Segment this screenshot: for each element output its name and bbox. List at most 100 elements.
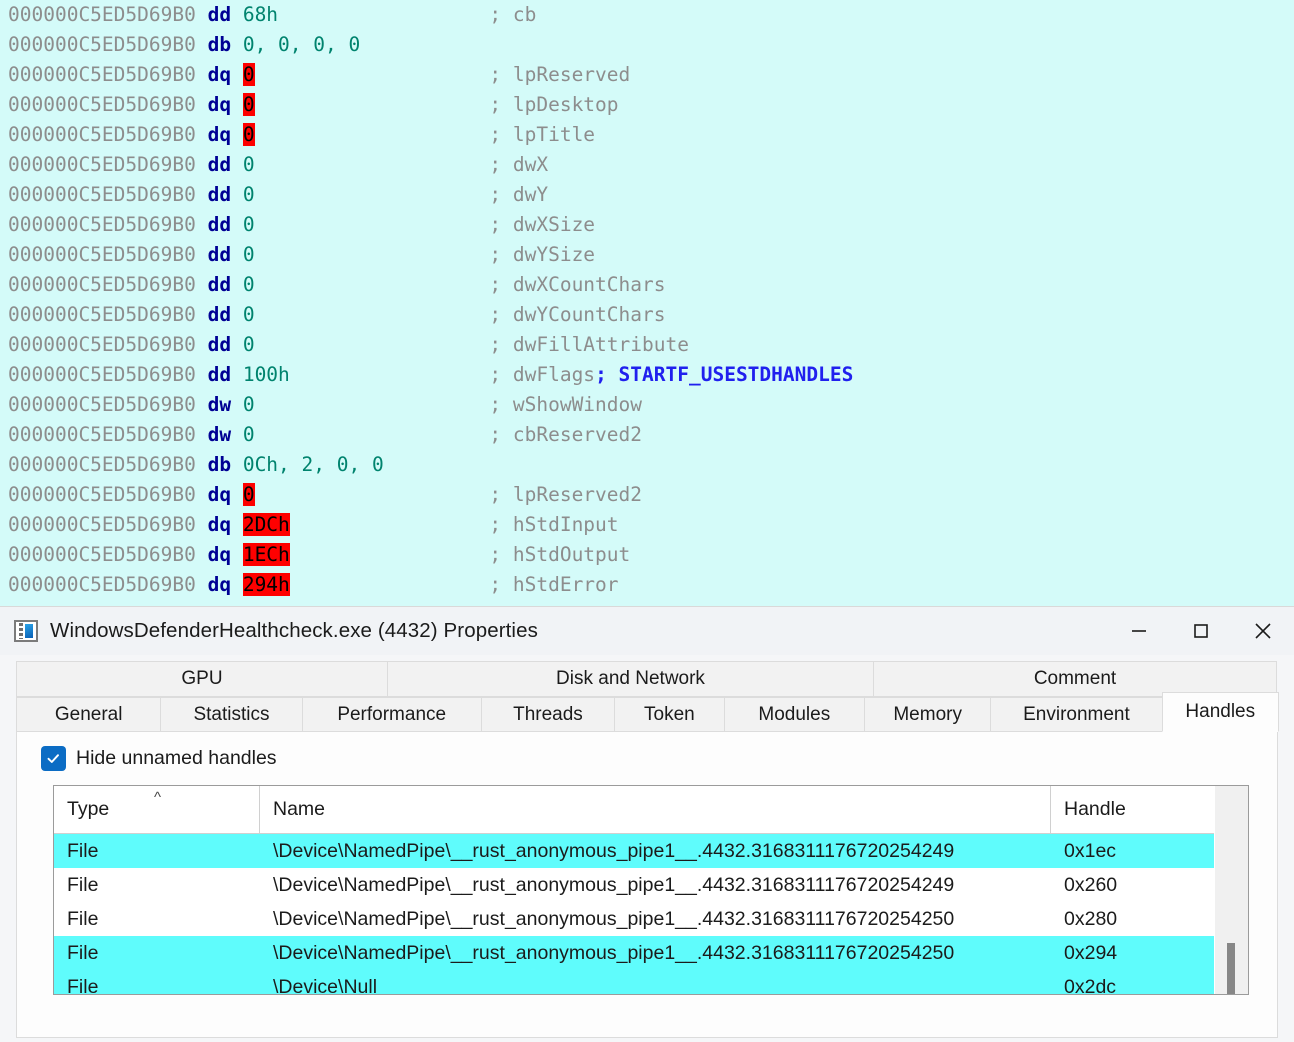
- line-value: 100h: [242, 363, 290, 386]
- line-directive: dq: [207, 513, 243, 536]
- handles-tab-panel: Hide unnamed handles Type ^ Name Handle …: [16, 732, 1278, 1038]
- line-address: 000000C5ED5D69B0: [8, 93, 208, 116]
- line-address: 000000C5ED5D69B0: [8, 363, 208, 386]
- line-value: 0: [242, 183, 255, 206]
- close-button[interactable]: [1232, 607, 1294, 655]
- line-comment: ; lpReserved2: [489, 483, 643, 506]
- disassembly-line[interactable]: 000000C5ED5D69B0 dd 0 ; dwY: [0, 180, 1294, 210]
- maximize-button[interactable]: [1170, 607, 1232, 655]
- line-value: 0: [242, 243, 255, 266]
- table-row[interactable]: File \Device\NamedPipe\__rust_anonymous_p…: [54, 868, 1248, 902]
- cell-type: File: [67, 873, 99, 896]
- disassembly-line[interactable]: 000000C5ED5D69B0 dd 68h ; cb: [0, 0, 1294, 30]
- disassembly-line[interactable]: 000000C5ED5D69B0 db 0Ch, 2, 0, 0: [0, 450, 1294, 480]
- disassembly-line[interactable]: 000000C5ED5D69B0 dq 2DCh ; hStdInput: [0, 510, 1294, 540]
- window-title: WindowsDefenderHealthcheck.exe (4432) Pr…: [50, 619, 538, 642]
- table-row[interactable]: File \Device\Null 0x2dc: [54, 970, 1248, 995]
- disassembly-line[interactable]: 000000C5ED5D69B0 dd 100h ; dwFlags; STAR…: [0, 360, 1294, 390]
- line-directive: dq: [207, 543, 243, 566]
- tab-row-lower: General Statistics Performance Threads T…: [16, 692, 1279, 732]
- minimize-icon: [1132, 630, 1146, 632]
- table-row[interactable]: File \Device\NamedPipe\__rust_anonymous_p…: [54, 936, 1248, 970]
- tab-threads[interactable]: Threads: [480, 697, 616, 732]
- disassembly-line[interactable]: 000000C5ED5D69B0 dq 294h ; hStdError: [0, 570, 1294, 600]
- tab-gpu[interactable]: GPU: [16, 661, 388, 697]
- table-row[interactable]: File \Device\NamedPipe\__rust_anonymous_p…: [54, 902, 1248, 936]
- disassembly-line[interactable]: 000000C5ED5D69B0 dq 0 ; lpReserved: [0, 60, 1294, 90]
- hide-unnamed-handles-label: Hide unnamed handles: [76, 747, 277, 769]
- scrollbar-thumb[interactable]: [1227, 943, 1235, 994]
- disassembly-pane[interactable]: 000000C5ED5D69B0 dd 68h ; cb 000000C5ED5D…: [0, 0, 1294, 606]
- line-address: 000000C5ED5D69B0: [8, 213, 208, 236]
- column-header-handle[interactable]: Handle: [1051, 786, 1211, 833]
- column-header-type[interactable]: Type ^: [54, 786, 260, 833]
- disassembly-line[interactable]: 000000C5ED5D69B0 dd 0 ; dwYSize: [0, 240, 1294, 270]
- line-comment: ; lpReserved: [489, 63, 631, 86]
- disassembly-line[interactable]: 000000C5ED5D69B0 dd 0 ; dwXCountChars: [0, 270, 1294, 300]
- disassembly-line[interactable]: 000000C5ED5D69B0 dd 0 ; dwFillAttribute: [0, 330, 1294, 360]
- disassembly-line[interactable]: 000000C5ED5D69B0 dq 0 ; lpReserved2: [0, 480, 1294, 510]
- tab-strip: GPU Disk and Network Comment General Sta…: [0, 655, 1294, 732]
- disassembly-line[interactable]: 000000C5ED5D69B0 dd 0 ; dwXSize: [0, 210, 1294, 240]
- tab-modules[interactable]: Modules: [723, 697, 865, 732]
- hide-unnamed-handles-checkbox[interactable]: [41, 746, 66, 771]
- minimize-button[interactable]: [1108, 607, 1170, 655]
- column-header-name[interactable]: Name: [260, 786, 1051, 833]
- line-address: 000000C5ED5D69B0: [8, 543, 208, 566]
- line-value: 0: [242, 423, 255, 446]
- line-comment: ; lpDesktop: [489, 93, 619, 116]
- app-window-icon: [14, 620, 38, 642]
- table-row[interactable]: File \Device\NamedPipe\__rust_anonymous_p…: [54, 834, 1248, 868]
- tab-token[interactable]: Token: [614, 697, 725, 732]
- line-value: 0, 0, 0, 0: [242, 33, 361, 56]
- tab-handles[interactable]: Handles: [1161, 692, 1279, 732]
- line-directive: dd: [207, 213, 243, 236]
- line-value-highlighted: 294h: [242, 573, 290, 596]
- line-directive: db: [207, 33, 243, 56]
- line-comment: ; cb: [489, 3, 537, 26]
- cell-type: File: [67, 907, 99, 930]
- tab-statistics[interactable]: Statistics: [160, 697, 303, 732]
- cell-name: \Device\NamedPipe\__rust_anonymous_pipe1…: [273, 941, 955, 964]
- list-vertical-scrollbar[interactable]: [1214, 786, 1248, 994]
- tab-environment[interactable]: Environment: [990, 697, 1163, 732]
- disassembly-line[interactable]: 000000C5ED5D69B0 dd 0 ; dwX: [0, 150, 1294, 180]
- tab-general[interactable]: General: [16, 697, 162, 732]
- disassembly-line[interactable]: 000000C5ED5D69B0 db 0, 0, 0, 0: [0, 30, 1294, 60]
- handles-list-view[interactable]: Type ^ Name Handle File \Device\NamedPipe…: [53, 785, 1249, 995]
- hide-unnamed-handles-row[interactable]: Hide unnamed handles: [17, 746, 1277, 771]
- disassembly-line[interactable]: 000000C5ED5D69B0 dw 0 ; wShowWindow: [0, 390, 1294, 420]
- line-value: 0: [242, 333, 255, 356]
- line-directive: dw: [207, 393, 243, 416]
- disassembly-line[interactable]: 000000C5ED5D69B0 dw 0 ; cbReserved2: [0, 420, 1294, 450]
- cell-handle: 0x260: [1064, 873, 1118, 896]
- disassembly-line[interactable]: 000000C5ED5D69B0 dq 1ECh ; hStdOutput: [0, 540, 1294, 570]
- disassembly-line[interactable]: 000000C5ED5D69B0 dq 0 ; lpDesktop: [0, 90, 1294, 120]
- tab-disk-and-network[interactable]: Disk and Network: [387, 661, 874, 697]
- line-directive: db: [207, 453, 243, 476]
- line-directive: dw: [207, 423, 243, 446]
- line-directive: dd: [207, 153, 243, 176]
- line-comment: ; cbReserved2: [489, 423, 643, 446]
- checkmark-icon: [47, 754, 59, 763]
- sort-ascending-icon: ^: [154, 789, 162, 806]
- line-directive: dd: [207, 183, 243, 206]
- disassembly-line[interactable]: 000000C5ED5D69B0 dd 0 ; dwYCountChars: [0, 300, 1294, 330]
- tab-memory[interactable]: Memory: [863, 697, 992, 732]
- tab-performance[interactable]: Performance: [301, 697, 482, 732]
- disassembly-line[interactable]: 000000C5ED5D69B0 dq 0 ; lpTitle: [0, 120, 1294, 150]
- line-address: 000000C5ED5D69B0: [8, 183, 208, 206]
- line-address: 000000C5ED5D69B0: [8, 63, 208, 86]
- cell-type: File: [67, 975, 99, 995]
- window-titlebar[interactable]: WindowsDefenderHealthcheck.exe (4432) Pr…: [0, 607, 1294, 655]
- column-header-type-label: Type: [67, 798, 110, 820]
